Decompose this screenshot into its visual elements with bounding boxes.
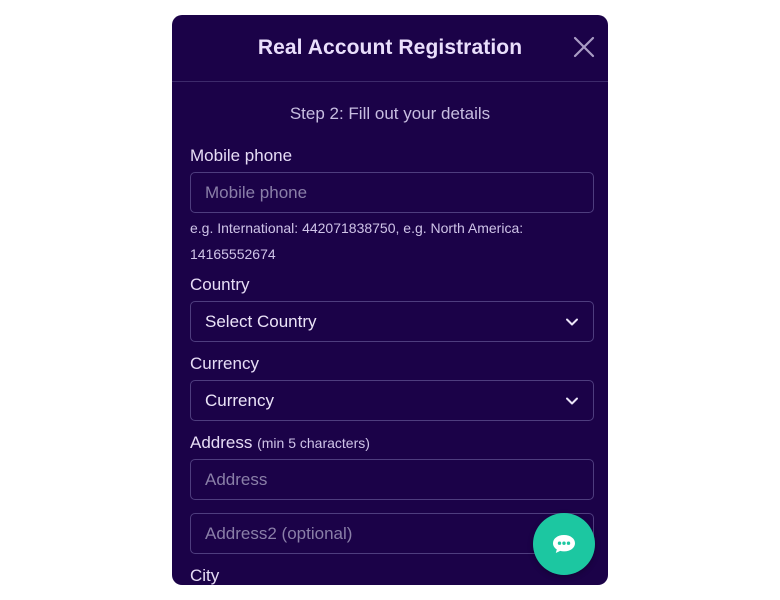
chat-button[interactable]: [533, 513, 595, 575]
close-button[interactable]: [570, 33, 598, 61]
currency-select-value: Currency: [205, 390, 274, 410]
mobile-phone-hint-line1: e.g. International: 442071838750, e.g. N…: [190, 220, 524, 236]
mobile-phone-hint: e.g. International: 442071838750, e.g. N…: [190, 215, 590, 267]
mobile-phone-hint-line2: 14165552674: [190, 246, 276, 262]
modal-title: Real Account Registration: [257, 36, 523, 59]
chat-icon: [553, 535, 575, 553]
mobile-phone-placeholder: Mobile phone: [205, 182, 308, 202]
address-label: Address (min 5 characters): [190, 433, 590, 453]
mobile-phone-input[interactable]: Mobile phone: [190, 172, 594, 213]
modal-header: Real Account Registration: [172, 15, 608, 82]
country-select[interactable]: Select Country: [190, 301, 594, 342]
close-icon: [573, 36, 595, 58]
address-label-note: (min 5 characters): [257, 435, 370, 451]
chevron-down-icon: [566, 397, 578, 404]
address-label-text: Address: [190, 433, 253, 452]
country-select-value: Select Country: [205, 311, 317, 331]
city-label: City: [190, 566, 220, 585]
step-indicator: Step 2: Fill out your details: [289, 104, 491, 123]
currency-label: Currency: [190, 354, 259, 373]
country-label: Country: [190, 275, 250, 294]
modal-body: Step 2: Fill out your details Mobile pho…: [172, 104, 608, 585]
address-input[interactable]: Address: [190, 459, 594, 500]
address2-placeholder: Address2 (optional): [205, 523, 353, 543]
address-placeholder: Address: [205, 469, 268, 489]
currency-select[interactable]: Currency: [190, 380, 594, 421]
chevron-down-icon: [566, 318, 578, 325]
mobile-phone-label: Mobile phone: [190, 146, 293, 165]
registration-modal: Real Account Registration Step 2: Fill o…: [172, 15, 608, 585]
